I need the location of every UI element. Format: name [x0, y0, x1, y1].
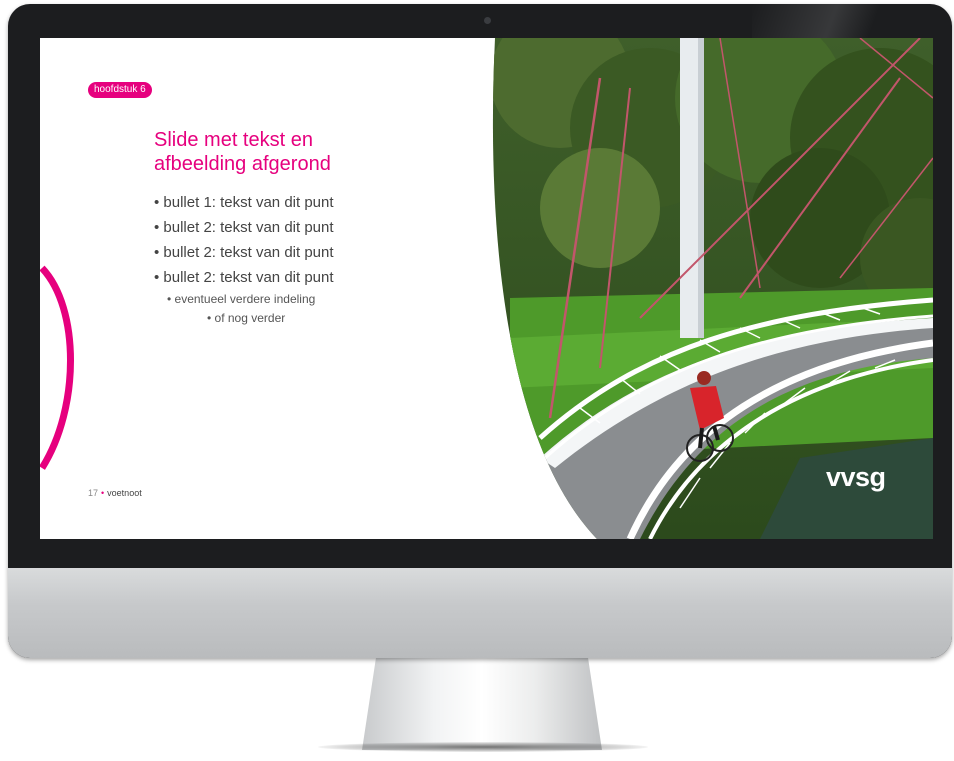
- chapter-badge: hoofdstuk 6: [88, 82, 152, 98]
- decorative-arc: [40, 265, 74, 470]
- vvsg-logo: vvsg: [826, 462, 886, 492]
- monitor-stand: [362, 655, 602, 750]
- page-number: 17: [88, 488, 99, 498]
- monitor-chin: [8, 568, 952, 658]
- sub-sub-bullet-item: • of nog verder: [207, 311, 286, 325]
- sub-bullet-item: • eventueel verdere indeling: [167, 292, 316, 306]
- bullet-item: • bullet 2: tekst van dit punt: [154, 269, 334, 286]
- footnote: voetnoot: [107, 488, 142, 498]
- bullet-item: • bullet 2: tekst van dit punt: [154, 219, 334, 236]
- camera-icon: [484, 17, 491, 24]
- slide-screen: hoofdstuk 6 Slide met tekst en afbeeldin…: [40, 38, 933, 539]
- footer-separator: •: [101, 488, 105, 498]
- bullet-item: • bullet 1: tekst van dit punt: [154, 194, 334, 211]
- stand-shadow: [318, 742, 648, 752]
- bullet-item: • bullet 2: tekst van dit punt: [154, 244, 334, 261]
- slide-footer: 17 • voetnoot: [88, 488, 142, 498]
- bullet-list: • bullet 1: tekst van dit punt • bullet …: [154, 190, 334, 328]
- monitor-frame: hoofdstuk 6 Slide met tekst en afbeeldin…: [8, 4, 952, 658]
- slide-title: Slide met tekst en afbeelding afgerond: [154, 129, 331, 175]
